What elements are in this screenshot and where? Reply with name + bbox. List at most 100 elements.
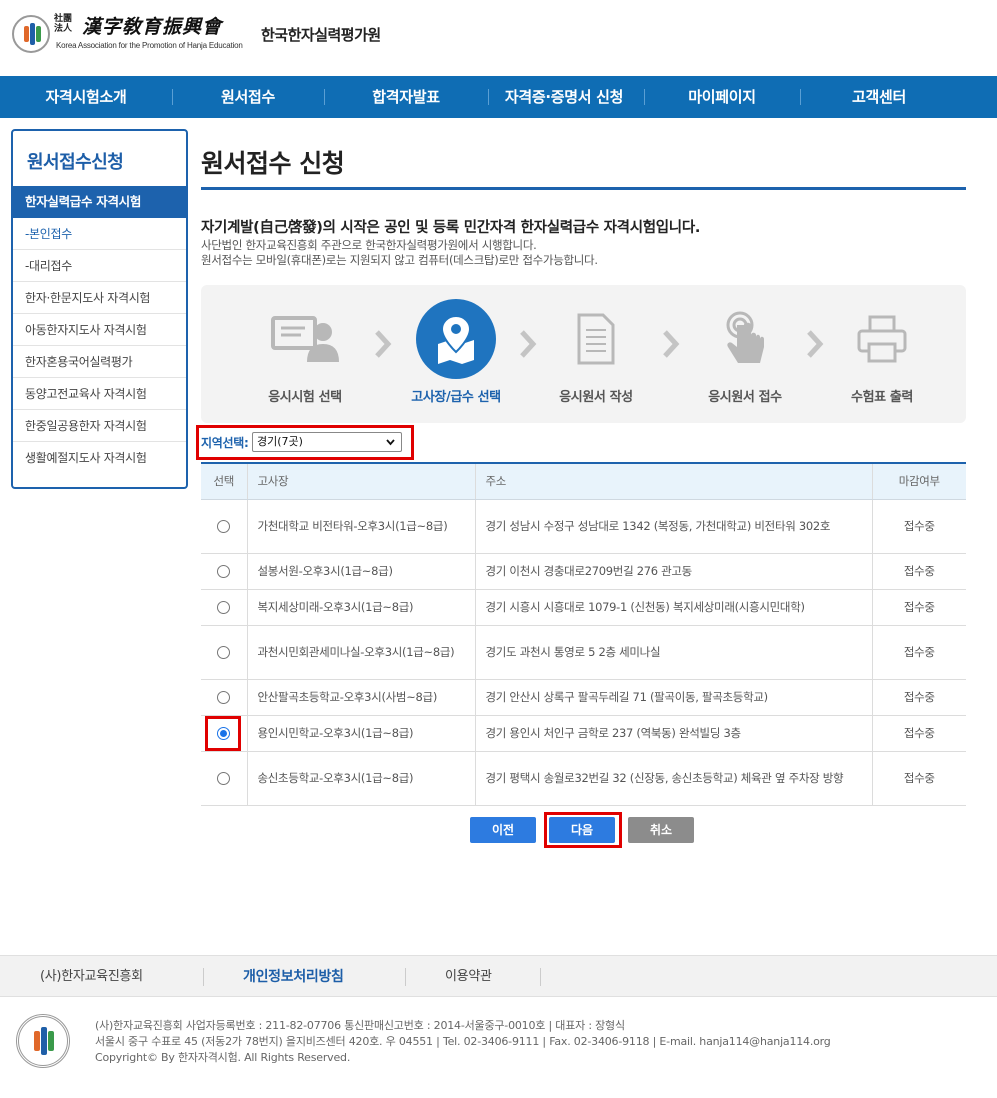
nav-item-exam-intro[interactable]: 자격시험소개 [0,76,172,118]
sidebar-item-hanja-exam[interactable]: 한자실력급수 자격시험 [13,186,186,218]
step-label: 응시원서 작성 [559,390,633,405]
address-cell: 경기 평택시 송월로32번길 32 (신장동, 송신초등학교) 체육관 옆 주차… [474,751,872,806]
nav-item-mypage[interactable]: 마이페이지 [644,76,800,118]
address-cell: 경기 용인시 처인구 금학로 237 (역북동) 완석빌딩 3층 [474,715,872,752]
venue-radio[interactable] [217,564,231,578]
status-cell: 접수중 [871,679,966,716]
step-label: 응시시험 선택 [268,390,342,405]
logo-hanja-small: 社團法人 [54,14,73,34]
status-cell: 접수중 [871,625,966,680]
map-pin-icon [416,299,496,379]
page-title: 원서접수 신청 [201,149,345,178]
logo-emblem-icon[interactable] [12,15,50,53]
venue-cell: 용인시민학교-오후3시(1급~8급) [246,715,475,752]
address-cell: 경기 안산시 상록구 팔곡두레길 71 (팔곡이동, 팔곡초등학교) [474,679,872,716]
status-cell: 접수중 [871,589,966,626]
venue-radio[interactable] [217,645,231,659]
step-write-form: 응시원서 작성 [536,285,656,423]
sidebar-item-korean-eval[interactable]: 한자혼용국어실력평가 [13,346,186,378]
logo-english: Korea Association for the Promotion of H… [56,41,243,50]
footer-link-association[interactable]: (사)한자교육진흥회 [40,956,143,998]
address-cell: 경기도 과천시 통영로 5 2층 세미나실 [474,625,872,680]
footer-link-privacy[interactable]: 개인정보처리방침 [243,956,344,998]
address-cell: 경기 성남시 수정구 성남대로 1342 (복정동, 가천대학교) 비전타워 3… [474,499,872,554]
footer-emblem-icon [16,1014,70,1068]
column-header-venue: 고사장 [246,462,475,500]
venue-table: 선택 고사장 주소 마감여부 가천대학교 비전타워-오후3시(1급~8급) 경기… [201,462,966,806]
column-header-deadline: 마감여부 [871,462,966,500]
venue-radio[interactable] [217,771,231,785]
table-row[interactable]: 송신초등학교-오후3시(1급~8급) 경기 평택시 송월로32번길 32 (신장… [201,751,966,806]
intro-heading: 자기계발(自己啓發)의 시작은 공인 및 등록 민간자격 한자실력급수 자격시험… [201,220,701,236]
intro-text-2: 원서접수는 모바일(휴대폰)로는 지원되지 않고 컴퓨터(데스크탑)로만 접수가… [201,253,598,267]
region-selected-value: 경기(7곳) [257,435,303,448]
table-row[interactable]: 복지세상미래-오후3시(1급~8급) 경기 시흥시 시흥대로 1079-1 (신… [201,589,966,626]
table-row[interactable]: 과천시민회관세미나실-오후3시(1급~8급) 경기도 과천시 통영로 5 2층 … [201,625,966,680]
table-row[interactable]: 설봉서원-오후3시(1급~8급) 경기 이천시 경충대로2709번길 276 관… [201,553,966,590]
venue-radio[interactable] [217,690,231,704]
touch-hand-icon [705,299,785,379]
sidebar-item-etiquette[interactable]: 생활예절지도사 자격시험 [13,442,186,474]
title-divider [201,187,966,190]
footer-copyright: Copyright© By 한자자격시험. All Rights Reserve… [95,1051,351,1064]
venue-cell: 복지세상미래-오후3시(1급~8급) [246,589,475,626]
region-label: 지역선택: [201,436,249,450]
footer-info-line: (사)한자교육진흥회 사업자등록번호 : 211-82-07706 통신판매신고… [95,1019,625,1032]
logo-korean[interactable]: 한국한자실력평가원 [261,24,381,45]
document-icon [556,299,636,379]
status-cell: 접수중 [871,715,966,752]
monitor-person-icon [265,299,345,379]
chevron-right-icon [663,330,680,358]
sidebar-item-hanja-instructor[interactable]: 한자·한문지도사 자격시험 [13,282,186,314]
status-cell: 접수중 [871,499,966,554]
footer-links: (사)한자교육진흥회 개인정보처리방침 이용약관 [0,955,997,997]
nav-item-certificate[interactable]: 자격증·증명서 신청 [488,76,640,118]
chevron-right-icon [520,330,537,358]
step-label: 고사장/급수 선택 [411,390,501,405]
column-header-address: 주소 [474,462,872,500]
step-select-venue: 고사장/급수 선택 [396,285,516,423]
region-select[interactable]: 경기(7곳) [252,432,402,452]
nav-item-results[interactable]: 합격자발표 [324,76,488,118]
venue-cell: 안산팔곡초등학교-오후3시(사범~8급) [246,679,475,716]
sidebar: 원서접수신청 한자실력급수 자격시험 -본인접수 -대리접수 한자·한문지도사 … [11,129,188,489]
cancel-button[interactable]: 취소 [628,817,694,843]
sidebar-title: 원서접수신청 [27,152,124,173]
logo-hanja[interactable]: 漢字敎育振興會 [82,12,222,39]
sidebar-item-cjk-common[interactable]: 한중일공용한자 자격시험 [13,410,186,442]
table-row[interactable]: 가천대학교 비전타워-오후3시(1급~8급) 경기 성남시 수정구 성남대로 1… [201,499,966,554]
intro-text-1: 사단법인 한자교육진흥회 주관으로 한국한자실력평가원에서 시행합니다. [201,238,537,252]
status-cell: 접수중 [871,751,966,806]
footer-link-terms[interactable]: 이용약관 [445,956,492,998]
prev-button[interactable]: 이전 [470,817,536,843]
table-row[interactable]: 용인시민학교-오후3시(1급~8급) 경기 용인시 처인구 금학로 237 (역… [201,715,966,752]
venue-radio[interactable] [217,600,231,614]
sidebar-item-classics-educator[interactable]: 동양고전교육사 자격시험 [13,378,186,410]
venue-radio[interactable] [217,519,231,533]
venue-cell: 가천대학교 비전타워-오후3시(1급~8급) [246,499,475,554]
site-header: 社團法人 漢字敎育振興會 Korea Association for the P… [0,0,997,76]
nav-item-support[interactable]: 고객센터 [800,76,958,118]
chevron-right-icon [375,330,392,358]
footer-address-line: 서울시 중구 수표로 45 (저동2가 78번지) 을지비즈센터 420호. 우… [95,1035,831,1048]
main-nav: 자격시험소개 원서접수 합격자발표 자격증·증명서 신청 마이페이지 고객센터 [0,76,997,118]
sidebar-item-self-apply[interactable]: -본인접수 [13,218,186,250]
address-cell: 경기 이천시 경충대로2709번길 276 관고동 [474,553,872,590]
venue-cell: 설봉서원-오후3시(1급~8급) [246,553,475,590]
table-header-row: 선택 고사장 주소 마감여부 [201,462,966,500]
sidebar-item-child-instructor[interactable]: 아동한자지도사 자격시험 [13,314,186,346]
step-print-ticket: 수험표 출력 [822,285,942,423]
nav-item-application[interactable]: 원서접수 [172,76,324,118]
table-row[interactable]: 안산팔곡초등학교-오후3시(사범~8급) 경기 안산시 상록구 팔곡두레길 71… [201,679,966,716]
step-label: 수험표 출력 [851,390,913,405]
venue-cell: 송신초등학교-오후3시(1급~8급) [246,751,475,806]
sidebar-item-proxy-apply[interactable]: -대리접수 [13,250,186,282]
column-header-select: 선택 [201,462,247,500]
address-cell: 경기 시흥시 시흥대로 1079-1 (신천동) 복지세상미래(시흥시민대학) [474,589,872,626]
step-submit-form: 응시원서 접수 [685,285,805,423]
radio-highlight [205,716,241,751]
status-cell: 접수중 [871,553,966,590]
step-label: 응시원서 접수 [708,390,782,405]
next-button-highlight [544,812,622,848]
printer-icon [842,299,922,379]
